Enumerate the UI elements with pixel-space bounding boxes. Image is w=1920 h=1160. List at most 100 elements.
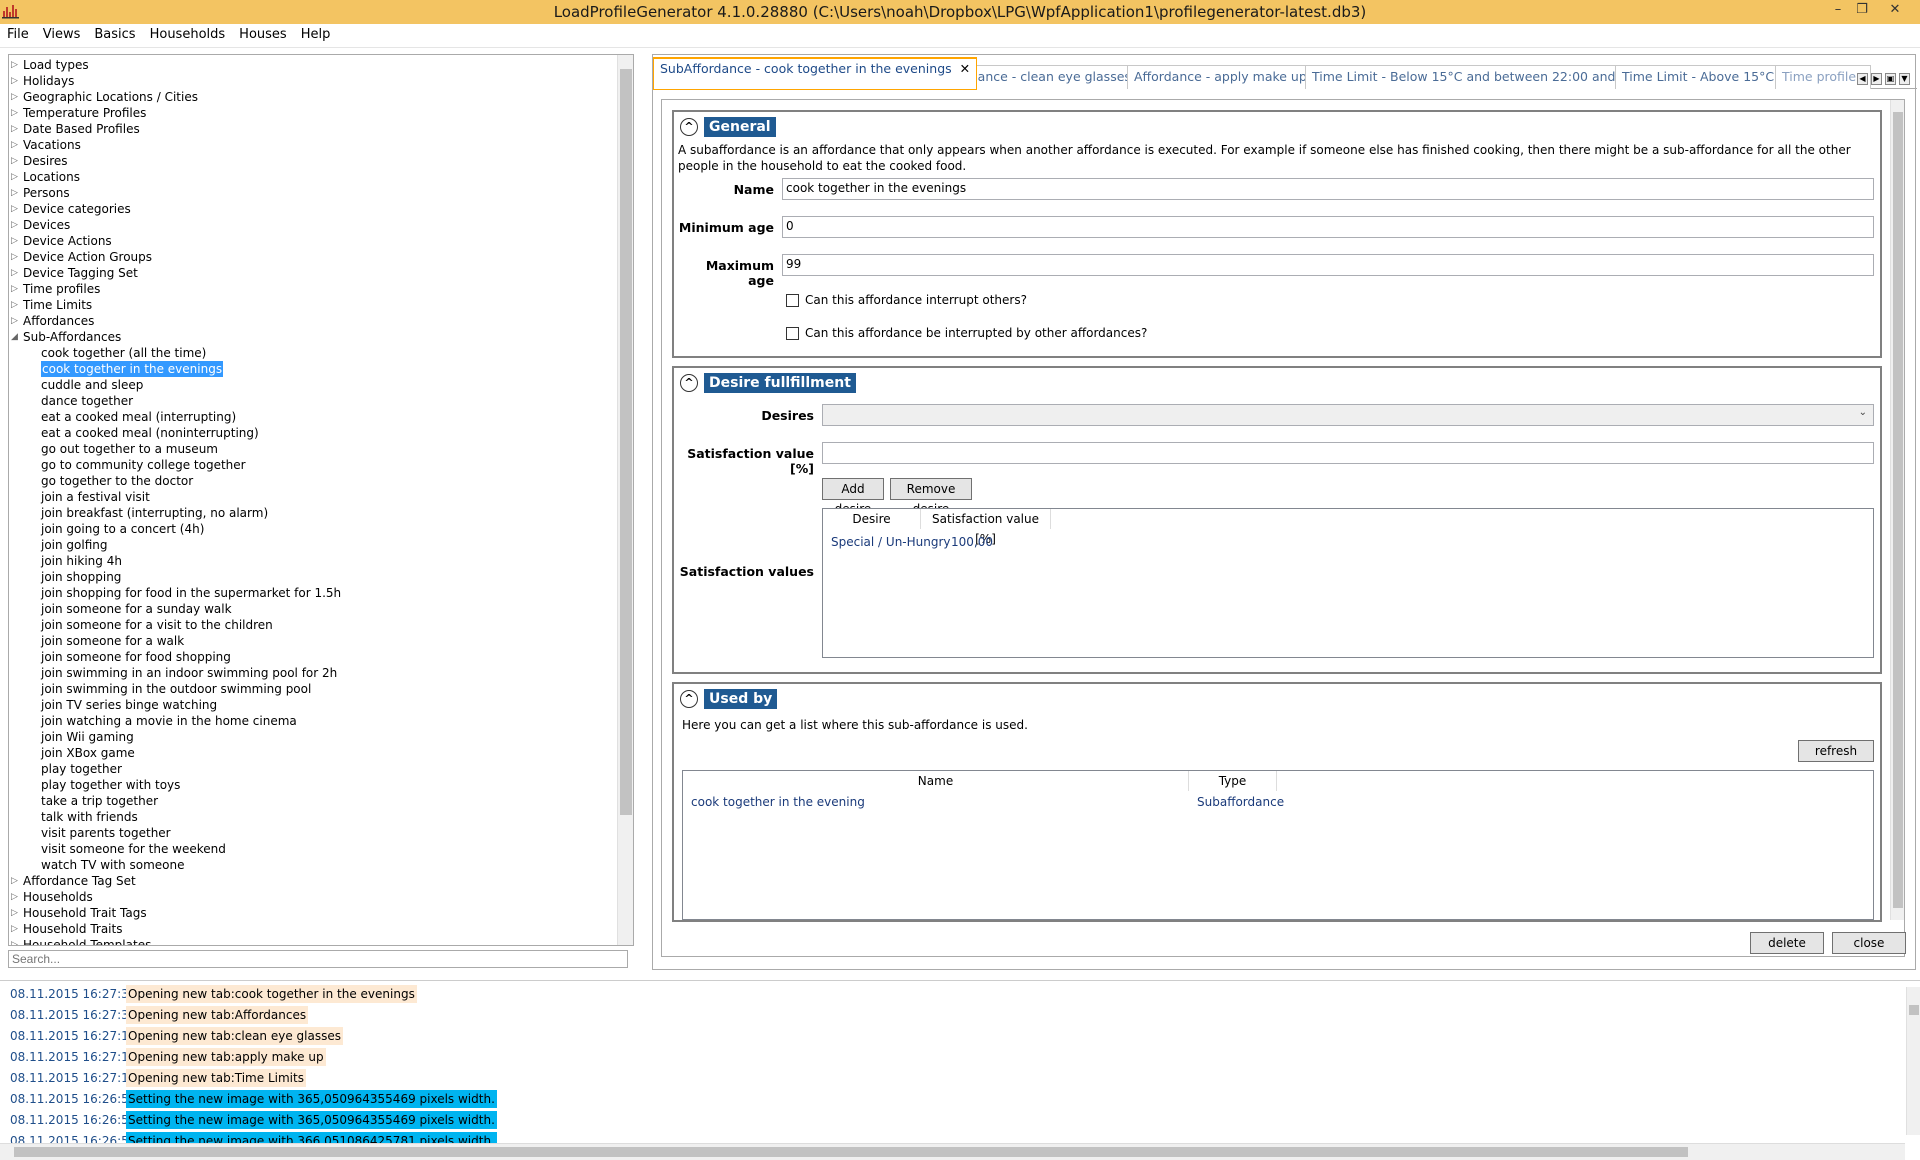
tree-item-label[interactable]: Households: [23, 889, 93, 905]
log-horizontal-scrollbar[interactable]: [0, 1143, 1905, 1160]
tree-item[interactable]: ▷ Household Traits: [9, 921, 617, 937]
close-button[interactable]: close: [1832, 932, 1906, 954]
collapse-icon[interactable]: ^: [680, 690, 698, 708]
add-desire-button[interactable]: Add desire: [822, 478, 884, 516]
tab-dropdown-icon[interactable]: ▼: [1899, 73, 1910, 85]
tree-item-label[interactable]: Geographic Locations / Cities: [23, 89, 198, 105]
tree-item[interactable]: ▷ Device Action Groups: [9, 249, 617, 265]
tree-item-sub-affordances[interactable]: ◢ Sub-Affordances: [9, 329, 617, 345]
tree-child-label[interactable]: join watching a movie in the home cinema: [41, 713, 297, 729]
tree-child-item[interactable]: dance together: [9, 393, 617, 409]
close-window-button[interactable]: ✕: [1885, 2, 1905, 17]
collapse-icon[interactable]: ^: [680, 374, 698, 392]
horizontal-scrollbar-thumb[interactable]: [14, 1147, 1688, 1157]
used-by-grid[interactable]: Name Type cook together in the evening S…: [682, 770, 1874, 920]
tree-child-label[interactable]: join breakfast (interrupting, no alarm): [41, 505, 268, 521]
tree-item-label[interactable]: Locations: [23, 169, 80, 185]
menu-households[interactable]: Households: [143, 24, 233, 42]
tree-child-item[interactable]: join someone for food shopping: [9, 649, 617, 665]
navigation-tree[interactable]: ▷ Load types ▷ Holidays ▷ Geographic Location…: [9, 55, 617, 945]
tree-child-label[interactable]: join going to a concert (4h): [41, 521, 204, 537]
tree-item-label[interactable]: Affordance Tag Set: [23, 873, 136, 889]
delete-button[interactable]: delete: [1750, 932, 1824, 954]
tree-child-item[interactable]: visit parents together: [9, 825, 617, 841]
satisfaction-value-field[interactable]: [822, 442, 1874, 464]
tree-item[interactable]: ▷ Desires: [9, 153, 617, 169]
expand-arrow-icon[interactable]: ▷: [11, 217, 21, 233]
tree-item[interactable]: ▷ Devices: [9, 217, 617, 233]
tree-child-item[interactable]: watch TV with someone: [9, 857, 617, 873]
expand-arrow-icon[interactable]: ▷: [11, 169, 21, 185]
collapse-arrow-icon[interactable]: ◢: [11, 329, 21, 345]
tree-child-item[interactable]: join shopping for food in the supermarke…: [9, 585, 617, 601]
tree-child-item[interactable]: eat a cooked meal (noninterrupting): [9, 425, 617, 441]
tree-child-label[interactable]: join swimming in an indoor swimming pool…: [41, 665, 337, 681]
tree-child-item[interactable]: join golfing: [9, 537, 617, 553]
tree-child-item[interactable]: talk with friends: [9, 809, 617, 825]
tree-child-item[interactable]: join someone for a visit to the children: [9, 617, 617, 633]
name-field[interactable]: cook together in the evenings: [782, 178, 1874, 200]
tree-item[interactable]: ▷ Load types: [9, 57, 617, 73]
tree-child-item[interactable]: cook together (all the time): [9, 345, 617, 361]
tree-item-label[interactable]: Device categories: [23, 201, 131, 217]
editor-scrollbar[interactable]: [1890, 100, 1904, 920]
expand-arrow-icon[interactable]: ▷: [11, 201, 21, 217]
tree-child-item[interactable]: join Wii gaming: [9, 729, 617, 745]
tree-child-label[interactable]: join shopping for food in the supermarke…: [41, 585, 341, 601]
expand-arrow-icon[interactable]: ▷: [11, 313, 21, 329]
tab-list-icon[interactable]: ▣: [1885, 73, 1896, 85]
column-header-name[interactable]: Name: [683, 771, 1189, 791]
tree-child-label[interactable]: join golfing: [41, 537, 108, 553]
tree-item-label[interactable]: Device Action Groups: [23, 249, 152, 265]
tree-item[interactable]: ▷ Temperature Profiles: [9, 105, 617, 121]
tree-child-item[interactable]: go out together to a museum: [9, 441, 617, 457]
maximum-age-field[interactable]: 99: [782, 254, 1874, 276]
expand-arrow-icon[interactable]: ▷: [11, 73, 21, 89]
tree-child-item[interactable]: play together: [9, 761, 617, 777]
tab-close-icon[interactable]: ✕: [960, 61, 970, 76]
tab-scroll-right-icon[interactable]: ▶: [1871, 73, 1882, 85]
tree-child-label[interactable]: eat a cooked meal (noninterrupting): [41, 425, 259, 441]
tree-child-item[interactable]: join XBox game: [9, 745, 617, 761]
tree-item-label[interactable]: Device Actions: [23, 233, 112, 249]
menu-views[interactable]: Views: [36, 24, 88, 42]
tree-child-label[interactable]: join someone for a walk: [41, 633, 184, 649]
log-scrollbar[interactable]: [1906, 987, 1920, 1135]
tree-item-label[interactable]: Desires: [23, 153, 68, 169]
tree-item-label[interactable]: Devices: [23, 217, 70, 233]
tree-child-label[interactable]: cook together in the evenings: [41, 361, 224, 377]
expand-arrow-icon[interactable]: ▷: [11, 89, 21, 105]
log-scrollbar-thumb[interactable]: [1909, 1005, 1919, 1015]
column-header-desire[interactable]: Desire: [823, 509, 921, 529]
column-header-type[interactable]: Type: [1189, 771, 1277, 791]
tree-item[interactable]: ▷ Households: [9, 889, 617, 905]
expand-arrow-icon[interactable]: ▷: [11, 281, 21, 297]
tree-item-label[interactable]: Persons: [23, 185, 70, 201]
tree-child-item[interactable]: visit someone for the weekend: [9, 841, 617, 857]
tree-child-label[interactable]: join swimming in the outdoor swimming po…: [41, 681, 311, 697]
tree-item[interactable]: ▷ Device Actions: [9, 233, 617, 249]
tree-child-label[interactable]: cuddle and sleep: [41, 377, 143, 393]
expand-arrow-icon[interactable]: ▷: [11, 873, 21, 889]
column-header-satisfaction[interactable]: Satisfaction value [%]: [921, 509, 1051, 546]
tree-child-label[interactable]: visit parents together: [41, 825, 171, 841]
tree-item-label[interactable]: Date Based Profiles: [23, 121, 140, 137]
tree-item[interactable]: ▷ Affordance Tag Set: [9, 873, 617, 889]
refresh-button[interactable]: refresh: [1798, 740, 1874, 762]
tree-child-label[interactable]: play together with toys: [41, 777, 180, 793]
tree-child-item[interactable]: join shopping: [9, 569, 617, 585]
tree-child-item[interactable]: play together with toys: [9, 777, 617, 793]
tree-child-item[interactable]: join someone for a walk: [9, 633, 617, 649]
collapse-icon[interactable]: ^: [680, 118, 698, 136]
tree-child-label[interactable]: join shopping: [41, 569, 121, 585]
tree-child-label[interactable]: join XBox game: [41, 745, 135, 761]
tree-item[interactable]: ▷ Time Limits: [9, 297, 617, 313]
tree-child-item[interactable]: join someone for a sunday walk: [9, 601, 617, 617]
tree-child-label[interactable]: join someone for a sunday walk: [41, 601, 232, 617]
tree-child-label[interactable]: go out together to a museum: [41, 441, 218, 457]
tree-child-label[interactable]: watch TV with someone: [41, 857, 185, 873]
tree-child-item[interactable]: go together to the doctor: [9, 473, 617, 489]
tree-item-label[interactable]: Household Traits: [23, 921, 122, 937]
tab-subaffordance-cook-together[interactable]: SubAffordance - cook together in the eve…: [653, 57, 978, 90]
tree-item-label[interactable]: Affordances: [23, 313, 94, 329]
